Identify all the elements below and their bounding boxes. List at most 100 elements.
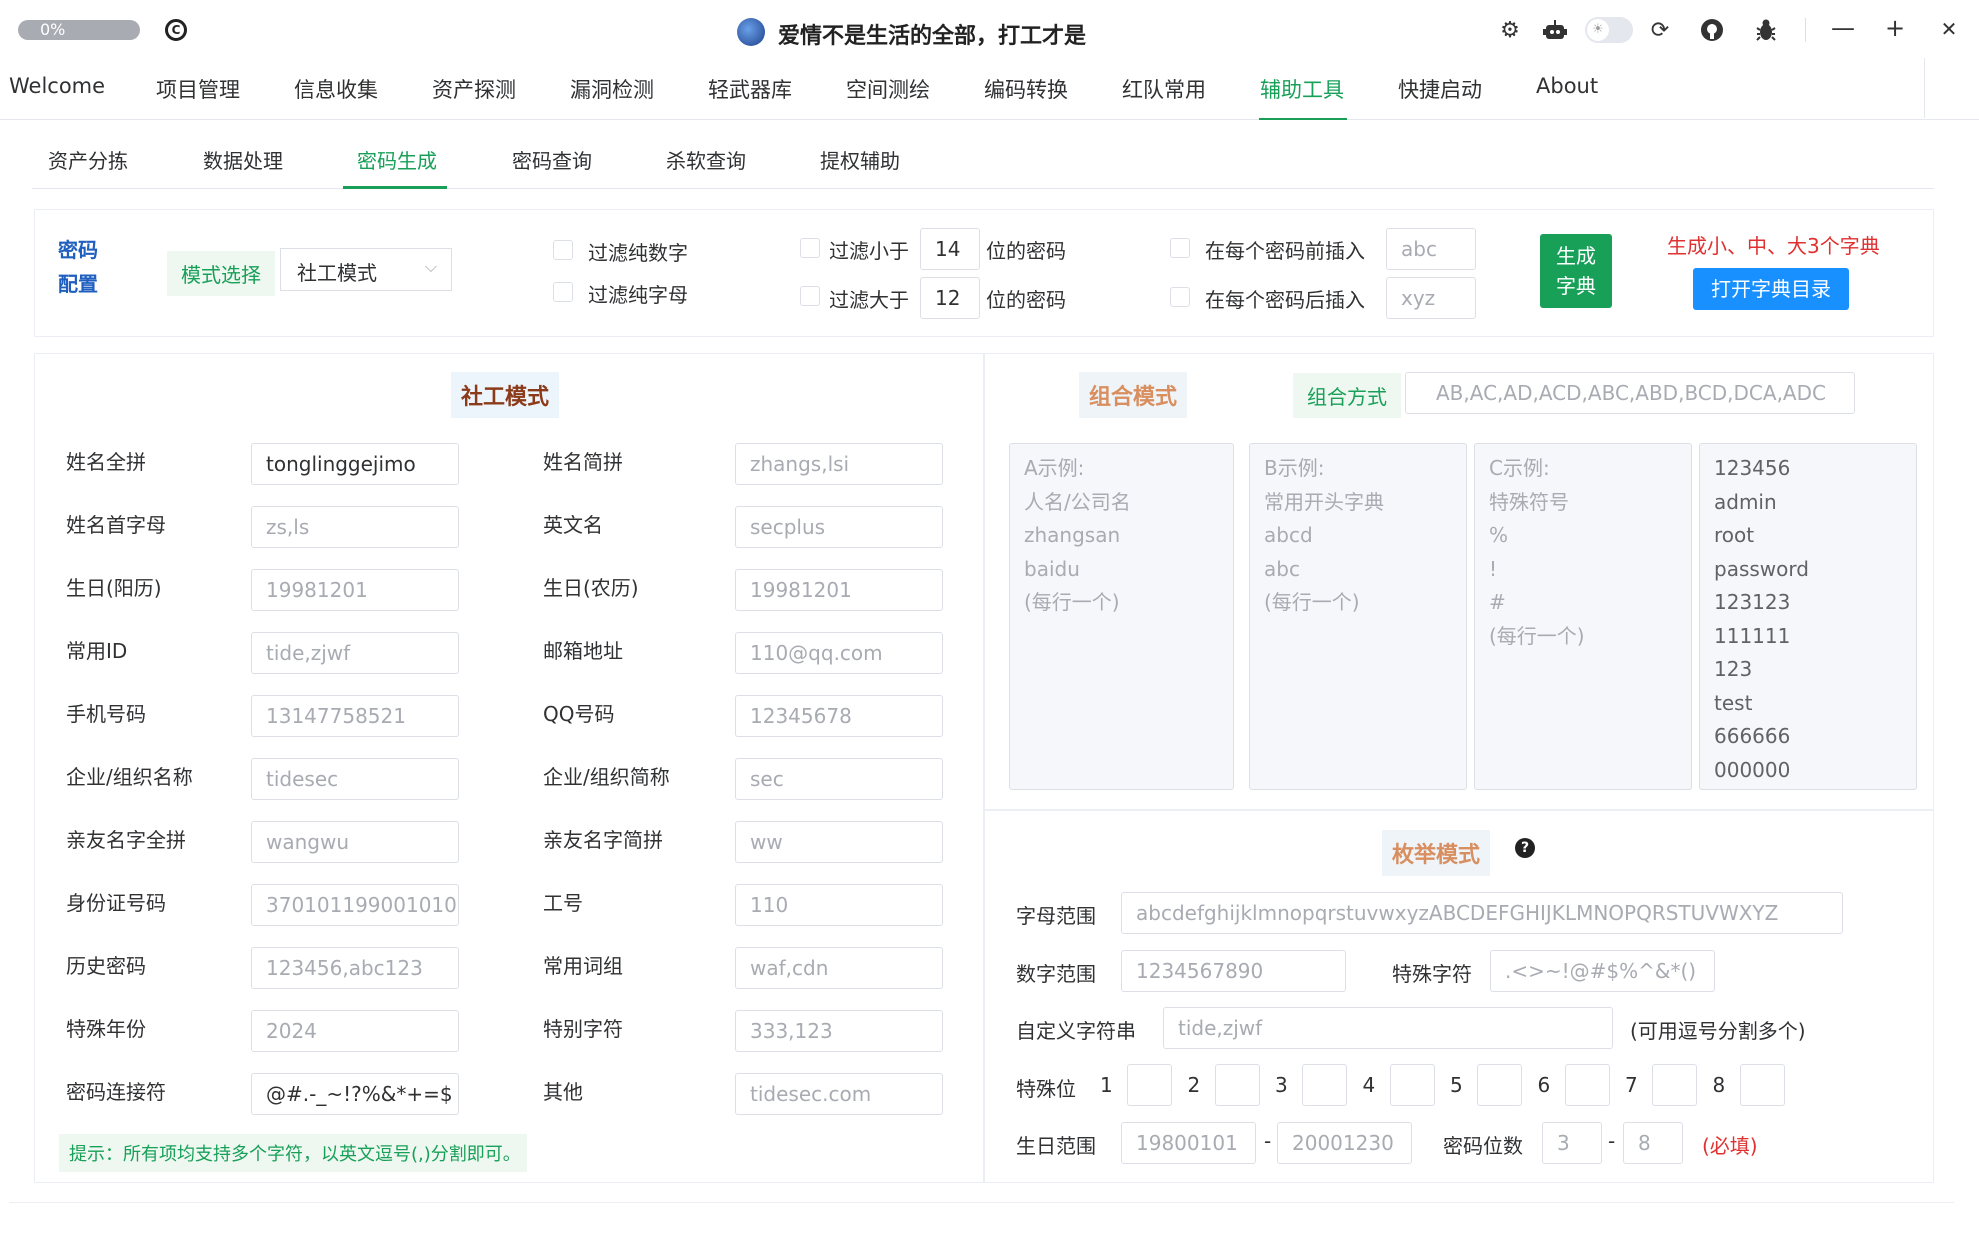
progress-text: 0% (40, 20, 66, 39)
special-position-input[interactable] (1739, 1064, 1785, 1106)
menu-redteam[interactable]: 红队常用 (1122, 74, 1206, 104)
refresh-icon[interactable]: ⟳ (1646, 16, 1674, 44)
app-logo-icon (737, 18, 765, 46)
social-field-input[interactable]: secplus (735, 506, 943, 548)
tab-av-query[interactable]: 杀软查询 (666, 145, 746, 174)
combo-method-label: 组合方式 (1293, 373, 1401, 418)
theme-toggle[interactable]: ☀ (1585, 17, 1633, 43)
combo-d-textarea[interactable]: 123456 admin root password 123123 111111… (1699, 443, 1917, 790)
mode-select[interactable]: 社工模式 ⌵ (280, 248, 452, 291)
subtab-divider (32, 188, 1934, 189)
social-field-input[interactable]: tidesec (251, 758, 459, 800)
gear-icon[interactable]: ⚙ (1496, 16, 1524, 44)
social-field-label: 生日(农历) (543, 576, 639, 600)
filter-letters-checkbox[interactable] (553, 282, 573, 302)
social-field-input[interactable]: tide,zjwf (251, 632, 459, 674)
social-field-input[interactable]: tidesec.com (735, 1073, 943, 1115)
maximize-button[interactable]: + (1880, 14, 1910, 42)
minimize-button[interactable]: — (1828, 14, 1858, 42)
filter-greater-checkbox[interactable] (800, 286, 820, 306)
social-field-input[interactable]: sec (735, 758, 943, 800)
social-field-input[interactable]: ww (735, 821, 943, 863)
digits-range-input[interactable]: 1234567890 (1121, 950, 1346, 992)
github-icon[interactable] (1698, 16, 1726, 44)
special-chars-input[interactable]: .<>~!@#$%^&*() (1490, 950, 1715, 992)
social-field-input[interactable]: 13147758521 (251, 695, 459, 737)
combo-method-input[interactable]: AB,AC,AD,ACD,ABC,ABD,BCD,DCA,ADC (1405, 372, 1855, 414)
special-position-input[interactable] (1564, 1064, 1610, 1106)
copyright-icon[interactable]: C (165, 19, 187, 41)
config-title-line1: 密码 (58, 238, 98, 262)
insert-before-checkbox[interactable] (1170, 238, 1190, 258)
social-field-input[interactable]: 123456,abc123 (251, 947, 459, 989)
combo-a-textarea[interactable]: A示例: 人名/公司名 zhangsan baidu (每行一个) (1009, 443, 1234, 790)
tab-data-process[interactable]: 数据处理 (203, 145, 283, 174)
close-button[interactable]: ✕ (1934, 17, 1964, 41)
social-field-input[interactable]: 19981201 (735, 569, 943, 611)
special-position-input[interactable] (1214, 1064, 1260, 1106)
menu-welcome[interactable]: Welcome (9, 74, 105, 98)
social-field-label: 亲友名字全拼 (66, 828, 186, 852)
social-field-input[interactable]: 370101199001010 (251, 884, 459, 926)
tab-privesc[interactable]: 提权辅助 (820, 145, 900, 174)
combo-b-textarea[interactable]: B示例: 常用开头字典 abcd abc (每行一个) (1249, 443, 1467, 790)
filter-less-label: 过滤小于 (829, 239, 909, 263)
social-field-input[interactable]: waf,cdn (735, 947, 943, 989)
menu-vuln-detect[interactable]: 漏洞检测 (570, 74, 654, 104)
menu-aux-tools[interactable]: 辅助工具 (1260, 74, 1344, 104)
social-field-input[interactable]: tonglinggejimo (251, 443, 459, 485)
letters-range-input[interactable]: abcdefghijklmnopqrstuvwxyzABCDEFGHIJKLMN… (1121, 892, 1843, 934)
menu-space-mapping[interactable]: 空间测绘 (846, 74, 930, 104)
generate-button-line1: 生成 (1556, 244, 1596, 268)
social-field-input[interactable]: zs,ls (251, 506, 459, 548)
filter-less-checkbox[interactable] (800, 238, 820, 258)
special-position-input[interactable] (1302, 1064, 1347, 1106)
special-position-number: 7 (1625, 1073, 1638, 1097)
social-field-input[interactable]: 12345678 (735, 695, 943, 737)
tab-password-gen[interactable]: 密码生成 (357, 145, 437, 174)
filter-less-input[interactable]: 14 (920, 228, 980, 270)
special-position-input[interactable] (1127, 1064, 1172, 1106)
special-position-number: 8 (1712, 1073, 1726, 1097)
insert-after-checkbox[interactable] (1170, 287, 1190, 307)
menu-light-arsenal[interactable]: 轻武器库 (708, 74, 792, 104)
combo-c-textarea[interactable]: C示例: 特殊符号 % ! # (每行一个) (1474, 443, 1692, 790)
insert-after-label: 在每个密码后插入 (1205, 288, 1365, 312)
social-tip: 提示：所有项均支持多个字符，以英文逗号(,)分割即可。 (59, 1134, 527, 1172)
length-to-input[interactable]: 8 (1623, 1122, 1683, 1164)
digits-range-label: 数字范围 (1016, 962, 1096, 986)
menu-encoding[interactable]: 编码转换 (984, 74, 1068, 104)
social-field-input[interactable]: 110@qq.com (735, 632, 943, 674)
social-field-input[interactable]: wangwu (251, 821, 459, 863)
social-field-label: 亲友名字简拼 (543, 828, 663, 852)
birthday-from-input[interactable]: 19800101 (1121, 1122, 1256, 1164)
custom-string-input[interactable]: tide,zjwf (1163, 1007, 1613, 1049)
insert-after-input[interactable]: xyz (1386, 277, 1476, 319)
social-field-input[interactable]: 110 (735, 884, 943, 926)
special-position-input[interactable] (1477, 1064, 1522, 1106)
menu-quick-launch[interactable]: 快捷启动 (1398, 74, 1482, 104)
menu-about[interactable]: About (1536, 74, 1598, 98)
length-from-input[interactable]: 3 (1542, 1122, 1602, 1164)
social-field-input[interactable]: zhangs,lsi (735, 443, 943, 485)
special-position-input[interactable] (1652, 1064, 1697, 1106)
birthday-to-input[interactable]: 20001230 (1277, 1122, 1412, 1164)
menu-asset-detect[interactable]: 资产探测 (432, 74, 516, 104)
filter-digits-checkbox[interactable] (553, 240, 573, 260)
social-field-input[interactable]: 2024 (251, 1010, 459, 1052)
robot-icon[interactable] (1541, 16, 1569, 44)
menu-info-collect[interactable]: 信息收集 (294, 74, 378, 104)
special-position-input[interactable] (1389, 1064, 1435, 1106)
insert-before-input[interactable]: abc (1386, 228, 1476, 270)
filter-greater-input[interactable]: 12 (920, 277, 980, 319)
social-field-input[interactable]: 333,123 (735, 1010, 943, 1052)
bug-icon[interactable] (1752, 16, 1780, 44)
help-icon[interactable]: ? (1515, 838, 1535, 858)
menu-project[interactable]: 项目管理 (156, 74, 240, 104)
social-field-input[interactable]: 19981201 (251, 569, 459, 611)
tab-asset-sort[interactable]: 资产分拣 (48, 145, 128, 174)
open-dict-dir-button[interactable]: 打开字典目录 (1693, 268, 1849, 310)
tab-password-query[interactable]: 密码查询 (512, 145, 592, 174)
social-field-input[interactable]: @#.-_~!?%&*+=$ (251, 1073, 459, 1115)
generate-dict-button[interactable]: 生成 字典 (1540, 234, 1612, 308)
